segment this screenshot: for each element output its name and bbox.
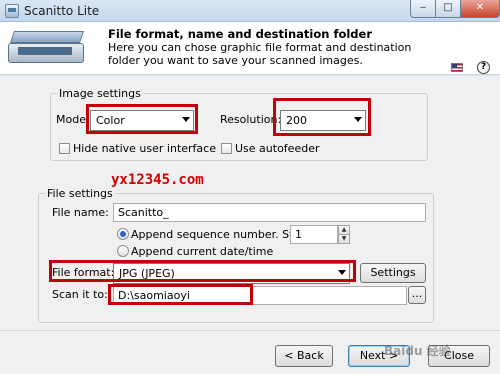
scanner-app-icon: [5, 4, 19, 18]
use-autofeeder-label[interactable]: Use autofeeder: [235, 142, 319, 155]
file-settings-title: File settings: [45, 187, 115, 200]
scan-to-highlight-box: [108, 284, 253, 305]
image-settings-title: Image settings: [57, 87, 143, 100]
back-button[interactable]: < Back: [275, 345, 333, 367]
scanner-icon: [6, 27, 90, 71]
mode-highlight-box: [86, 104, 198, 134]
resolution-highlight-box: [273, 98, 371, 136]
scan-to-label: Scan it to:: [52, 288, 108, 301]
spin-down-button[interactable]: ▼: [338, 234, 350, 244]
window-title: Scanitto Lite: [24, 4, 100, 18]
start-at-value: 1: [295, 228, 302, 241]
append-sequence-radio[interactable]: [117, 228, 129, 240]
us-flag-icon[interactable]: [451, 63, 463, 72]
site-watermark: Baidu 经验: [384, 344, 451, 358]
watermark-text: yx12345.com: [111, 172, 204, 188]
append-date-radio[interactable]: [117, 245, 129, 257]
close-window-button[interactable]: ✕: [460, 0, 500, 18]
hide-native-ui-checkbox[interactable]: [59, 143, 70, 154]
append-date-label[interactable]: Append current date/time: [131, 245, 273, 258]
settings-button[interactable]: Settings: [360, 263, 426, 283]
header-description: Here you can chose graphic file format a…: [108, 41, 412, 67]
hide-native-ui-label[interactable]: Hide native user interface: [73, 142, 216, 155]
minimize-button[interactable]: ‒: [410, 0, 436, 18]
mode-label: Mode:: [56, 113, 90, 126]
wizard-header: File format, name and destination folder…: [0, 22, 500, 75]
maximize-button[interactable]: □: [435, 0, 461, 18]
header-title: File format, name and destination folder: [108, 27, 372, 41]
file-name-value: Scanitto_: [118, 206, 169, 219]
help-icon[interactable]: ?: [477, 61, 490, 74]
start-at-input[interactable]: 1: [290, 225, 338, 244]
file-format-highlight-box: [49, 260, 356, 282]
use-autofeeder-checkbox[interactable]: [221, 143, 232, 154]
file-name-input[interactable]: Scanitto_: [113, 203, 426, 222]
browse-button[interactable]: ...: [408, 286, 426, 304]
wizard-content: Image settings Mode: Color Resolution: 2…: [0, 76, 500, 330]
file-name-label: File name:: [52, 206, 109, 219]
title-bar: Scanitto Lite ‒ □ ✕: [0, 0, 500, 22]
resolution-label: Resolution:: [220, 113, 282, 126]
